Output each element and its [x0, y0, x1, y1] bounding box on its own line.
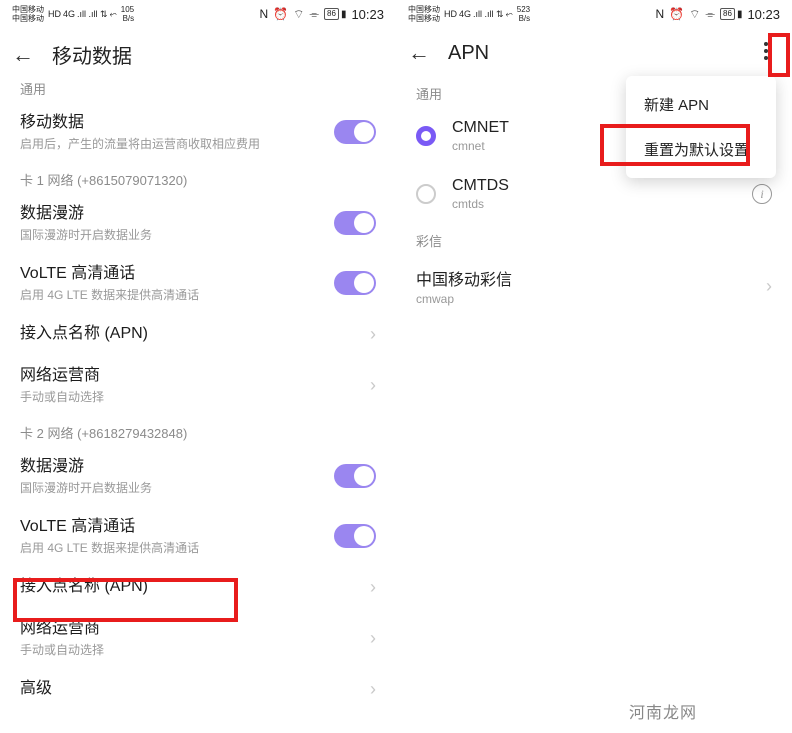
toggle-sim2-volte[interactable] [334, 524, 376, 548]
chevron-right-icon: › [370, 577, 376, 598]
dnd-icon: ⌯ [309, 7, 319, 22]
row-sim2-advanced[interactable]: 高级 › [0, 668, 396, 710]
section-cutoff: 通用 [0, 79, 396, 102]
sim1-carrier-sub: 手动或自动选择 [20, 389, 362, 405]
highlight-reset-default [600, 124, 750, 166]
speed-unit: B/s [121, 14, 134, 23]
nfc-icon: N [656, 7, 665, 21]
radio-cmtds[interactable] [416, 184, 436, 204]
info-icon[interactable]: i [752, 184, 772, 204]
alarm-icon: ⏰ [273, 7, 288, 21]
clock: 10:23 [747, 7, 780, 22]
status-bar: 中国移动 中国移动 HD 4G .ıll .ıll ⇅ ⬿ 523 B/s N … [396, 0, 792, 26]
screen-apn: 中国移动 中国移动 HD 4G .ıll .ıll ⇅ ⬿ 523 B/s N … [396, 0, 792, 733]
toggle-sim1-roaming[interactable] [334, 211, 376, 235]
alarm-icon: ⏰ [669, 7, 684, 21]
highlight-more-button [768, 33, 790, 77]
row-sim1-roaming[interactable]: 数据漫游 国际漫游时开启数据业务 [0, 193, 396, 253]
sim1-volte-label: VoLTE 高清通话 [20, 263, 334, 285]
highlight-sim2-apn [13, 578, 238, 622]
toggle-sim1-volte[interactable] [334, 271, 376, 295]
speed-value: 523 [517, 5, 530, 14]
screen-mobile-data: 中国移动 中国移动 HD 4G .ıll .ıll ⇅ ⬿ 105 B/s N … [0, 0, 396, 733]
popup-new-apn[interactable]: 新建 APN [626, 82, 776, 127]
signal-icon: .ıll .ıll ⇅ [473, 9, 504, 20]
carrier-2: 中国移动 [408, 14, 440, 23]
hd-badge: HD [444, 9, 457, 19]
speed-unit: B/s [517, 14, 530, 23]
sim1-volte-sub: 启用 4G LTE 数据来提供高清通话 [20, 287, 334, 303]
nfc-icon: N [260, 7, 269, 21]
sim2-roaming-label: 数据漫游 [20, 456, 334, 478]
bluetooth-icon: ⌔ [293, 7, 304, 22]
apn-mms-sub: cmwap [416, 292, 742, 306]
carrier-1: 中国移动 [12, 5, 44, 14]
mobile-data-label: 移动数据 [20, 112, 334, 134]
mobile-data-sub: 启用后，产生的流量将由运营商收取相应费用 [20, 136, 334, 152]
sim1-section-label: 卡 1 网络 (+8615079071320) [0, 162, 396, 193]
page-title: 移动数据 [52, 40, 132, 69]
sim1-apn-label: 接入点名称 (APN) [20, 323, 362, 345]
row-mobile-data[interactable]: 移动数据 启用后，产生的流量将由运营商收取相应费用 [0, 102, 396, 162]
radio-cmnet[interactable] [416, 126, 436, 146]
chevron-right-icon: › [766, 276, 772, 297]
watermark: 河南龙网 [629, 699, 697, 723]
row-sim1-volte[interactable]: VoLTE 高清通话 启用 4G LTE 数据来提供高清通话 [0, 253, 396, 313]
page-title: APN [448, 42, 489, 65]
sim2-roaming-sub: 国际漫游时开启数据业务 [20, 480, 334, 496]
wifi-icon: ⬿ [506, 9, 513, 20]
row-sim1-apn[interactable]: 接入点名称 (APN) › [0, 313, 396, 355]
back-icon[interactable]: ← [12, 42, 34, 68]
sim2-carrier-sub: 手动或自动选择 [20, 642, 362, 658]
sim1-roaming-label: 数据漫游 [20, 203, 334, 225]
bluetooth-icon: ⌔ [689, 7, 700, 22]
sim2-volte-sub: 启用 4G LTE 数据来提供高清通话 [20, 540, 334, 556]
carrier-2: 中国移动 [12, 14, 44, 23]
toggle-sim2-roaming[interactable] [334, 464, 376, 488]
sim2-advanced-label: 高级 [20, 678, 362, 700]
apn-mms-title: 中国移动彩信 [416, 266, 742, 290]
signal-icon: .ıll .ıll ⇅ [77, 9, 108, 20]
apn-cmtds-sub: cmtds [452, 197, 736, 211]
sim2-section-label: 卡 2 网络 (+8618279432848) [0, 415, 396, 446]
chevron-right-icon: › [370, 628, 376, 649]
chevron-right-icon: › [370, 679, 376, 700]
sim1-roaming-sub: 国际漫游时开启数据业务 [20, 227, 334, 243]
page-header: ← APN [396, 26, 792, 76]
speed-value: 105 [121, 5, 134, 14]
toggle-mobile-data[interactable] [334, 120, 376, 144]
row-sim2-roaming[interactable]: 数据漫游 国际漫游时开启数据业务 [0, 446, 396, 506]
page-header: ← 移动数据 [0, 26, 396, 79]
row-sim1-carrier[interactable]: 网络运营商 手动或自动选择 › [0, 355, 396, 415]
row-sim2-volte[interactable]: VoLTE 高清通话 启用 4G LTE 数据来提供高清通话 [0, 506, 396, 566]
network-type: 4G [63, 9, 75, 19]
carrier-1: 中国移动 [408, 5, 440, 14]
battery-level: 86 [324, 8, 339, 20]
sim2-volte-label: VoLTE 高清通话 [20, 516, 334, 538]
dnd-icon: ⌯ [705, 7, 715, 22]
back-icon[interactable]: ← [408, 40, 430, 66]
apn-cmtds-title: CMTDS [452, 177, 736, 195]
sim1-carrier-label: 网络运营商 [20, 365, 362, 387]
clock: 10:23 [351, 7, 384, 22]
network-type: 4G [459, 9, 471, 19]
apn-item-mms[interactable]: 中国移动彩信 cmwap › [396, 254, 792, 318]
battery-level: 86 [720, 8, 735, 20]
chevron-right-icon: › [370, 324, 376, 345]
section-mms-label: 彩信 [396, 223, 792, 254]
status-bar: 中国移动 中国移动 HD 4G .ıll .ıll ⇅ ⬿ 105 B/s N … [0, 0, 396, 26]
wifi-icon: ⬿ [110, 9, 117, 20]
chevron-right-icon: › [370, 375, 376, 396]
hd-badge: HD [48, 9, 61, 19]
